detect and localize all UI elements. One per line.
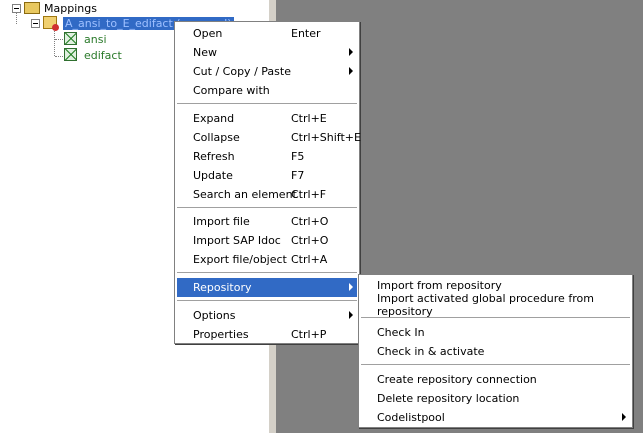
menu-separator xyxy=(177,272,357,274)
menu-item-label: Properties xyxy=(193,328,249,341)
context-menu: Open Enter New Cut / Copy / Paste Compar… xyxy=(174,21,361,344)
menu-item-label: Delete repository location xyxy=(377,392,520,405)
menu-item-shortcut: Ctrl+P xyxy=(291,328,327,341)
menu-separator xyxy=(177,207,357,209)
menu-item-shortcut: Ctrl+O xyxy=(291,234,329,247)
menu-separator xyxy=(361,317,630,319)
menu-item-shortcut: F5 xyxy=(291,150,305,163)
tree-connector xyxy=(55,56,63,57)
menu-item-collapse[interactable]: Collapse Ctrl+Shift+E xyxy=(177,128,361,147)
submenu-arrow-icon xyxy=(349,311,353,319)
menu-item-label: Open xyxy=(193,27,223,40)
menu-item-export-file-object[interactable]: Export file/object Ctrl+A xyxy=(177,250,357,269)
mappings-folder-icon xyxy=(24,1,40,15)
menu-item-repository[interactable]: Repository xyxy=(177,278,357,297)
tree-root-mappings[interactable]: Mappings xyxy=(12,0,97,16)
submenu-item-check-in-activate[interactable]: Check in & activate xyxy=(361,342,630,361)
menu-separator xyxy=(177,300,357,302)
menu-item-label: Import SAP Idoc xyxy=(193,234,281,247)
tree-root-label: Mappings xyxy=(44,1,97,15)
menu-item-shortcut: Ctrl+Shift+E xyxy=(291,131,361,144)
submenu-item-create-repository-connection[interactable]: Create repository connection xyxy=(361,370,630,389)
structure-icon xyxy=(64,32,80,46)
submenu-item-import-activated-global-procedure[interactable]: Import activated global procedure from r… xyxy=(361,292,630,318)
menu-item-options[interactable]: Options xyxy=(177,306,357,325)
structure-icon xyxy=(64,48,80,62)
menu-item-update[interactable]: Update F7 xyxy=(177,166,357,185)
menu-item-label: Search an element xyxy=(193,188,297,201)
menu-item-shortcut: Enter xyxy=(291,27,321,40)
tree-connector xyxy=(55,39,63,40)
menu-item-label: Update xyxy=(193,169,233,182)
tree-item-label: edifact xyxy=(84,48,122,62)
menu-item-label: Check In xyxy=(377,326,425,339)
menu-item-label: Collapse xyxy=(193,131,240,144)
repository-submenu: Import from repository Import activated … xyxy=(358,274,633,428)
submenu-item-codelistpool[interactable]: Codelistpool xyxy=(361,408,630,427)
menu-item-properties[interactable]: Properties Ctrl+P xyxy=(177,325,357,344)
menu-item-search-element[interactable]: Search an element Ctrl+F xyxy=(177,185,357,204)
menu-item-shortcut: Ctrl+F xyxy=(291,188,327,201)
tree-item-edifact[interactable]: edifact xyxy=(64,47,122,63)
menu-item-label: New xyxy=(193,46,217,59)
collapse-toggle-icon[interactable] xyxy=(12,3,21,13)
menu-item-label: Cut / Copy / Paste xyxy=(193,65,291,78)
collapse-toggle-icon[interactable] xyxy=(31,18,40,28)
menu-item-label: Compare with xyxy=(193,84,270,97)
menu-item-import-sap-idoc[interactable]: Import SAP Idoc Ctrl+O xyxy=(177,231,357,250)
tree-item-label: ansi xyxy=(84,32,107,46)
tree-item-ansi[interactable]: ansi xyxy=(64,31,107,47)
menu-item-shortcut: Ctrl+A xyxy=(291,253,328,266)
submenu-arrow-icon xyxy=(349,67,353,75)
menu-item-shortcut: Ctrl+E xyxy=(291,112,327,125)
menu-item-label: Options xyxy=(193,309,236,322)
menu-item-refresh[interactable]: Refresh F5 xyxy=(177,147,357,166)
submenu-arrow-icon xyxy=(349,48,353,56)
mapping-icon xyxy=(43,16,59,31)
menu-item-label: Import from repository xyxy=(377,279,502,292)
menu-item-new[interactable]: New xyxy=(177,43,357,62)
menu-item-expand[interactable]: Expand Ctrl+E xyxy=(177,109,357,128)
menu-item-shortcut: Ctrl+O xyxy=(291,215,329,228)
menu-item-label: Repository xyxy=(193,281,252,294)
menu-item-import-file[interactable]: Import file Ctrl+O xyxy=(177,212,357,231)
menu-item-cut-copy-paste[interactable]: Cut / Copy / Paste xyxy=(177,62,357,81)
menu-item-label: Expand xyxy=(193,112,235,125)
menu-item-label: Check in & activate xyxy=(377,345,485,358)
submenu-item-check-in[interactable]: Check In xyxy=(361,323,630,342)
menu-item-label: Codelistpool xyxy=(377,411,445,424)
submenu-arrow-icon xyxy=(622,413,626,421)
menu-item-label: Import activated global procedure from r… xyxy=(377,291,594,318)
menu-separator xyxy=(361,364,630,366)
menu-item-label: Import file xyxy=(193,215,250,228)
submenu-item-delete-repository-location[interactable]: Delete repository location xyxy=(361,389,630,408)
menu-item-open[interactable]: Open Enter xyxy=(177,24,357,43)
menu-item-label: Create repository connection xyxy=(377,373,537,386)
menu-item-compare-with[interactable]: Compare with xyxy=(177,81,357,100)
menu-item-shortcut: F7 xyxy=(291,169,305,182)
menu-item-label: Export file/object xyxy=(193,253,287,266)
menu-item-label: Refresh xyxy=(193,150,235,163)
submenu-arrow-icon xyxy=(349,283,353,291)
menu-separator xyxy=(177,103,357,105)
tree-connector xyxy=(54,28,55,56)
